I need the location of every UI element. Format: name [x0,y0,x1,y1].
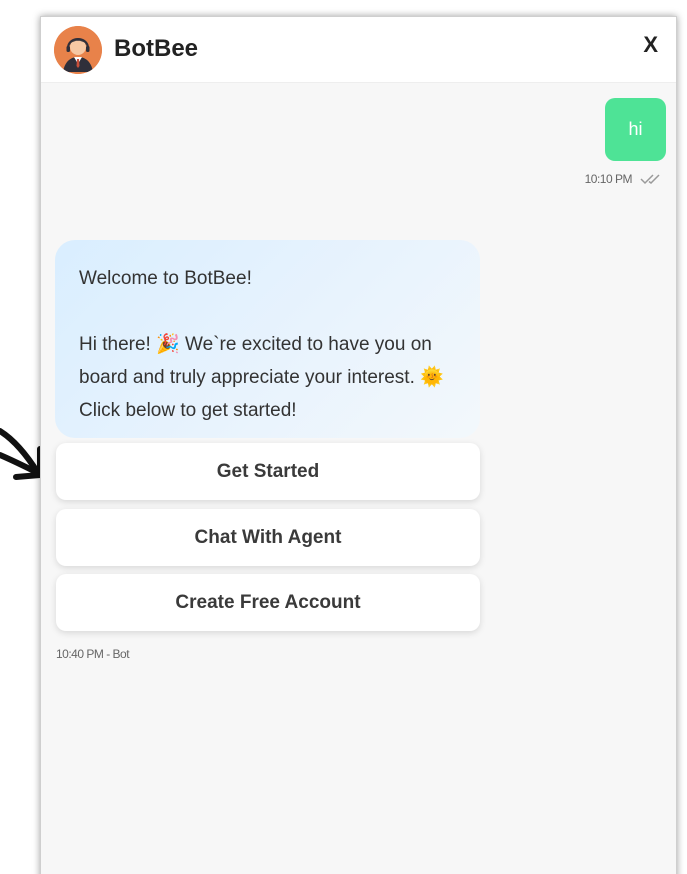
bot-body-part-3: Click below to get started! [79,400,297,421]
chat-header: BotBee X [41,17,676,83]
double-check-icon [640,174,660,185]
user-message-meta: 10:10 PM [585,172,666,186]
bot-body-part-1: Hi there! [79,334,157,355]
user-message-time: 10:10 PM [584,172,633,186]
agent-avatar-icon [54,26,102,74]
screenshot-stage: BotBee X hi 10:10 PM Welcome to BotBee! … [0,0,687,874]
user-message-text: hi [628,119,643,139]
create-free-account-button[interactable]: Create Free Account [56,574,480,631]
get-started-button[interactable]: Get Started [56,443,480,500]
sun-icon: 🌞 [420,367,444,388]
bot-message-meta: 10:40 PM - Bot [56,647,130,661]
party-popper-icon: 🎉 [156,334,180,355]
chat-with-agent-button[interactable]: Chat With Agent [56,509,480,566]
close-button[interactable]: X [643,32,658,58]
bot-message-bubble: Welcome to BotBee! Hi there! 🎉 We`re exc… [55,240,480,438]
bot-name: BotBee [114,35,199,62]
bot-welcome-text: Welcome to BotBee! [79,268,252,289]
user-message-bubble: hi [605,98,666,161]
chat-widget: BotBee X hi 10:10 PM Welcome to BotBee! … [40,16,677,874]
bot-message-body: Hi there! 🎉 We`re excited to have you on… [79,328,456,427]
